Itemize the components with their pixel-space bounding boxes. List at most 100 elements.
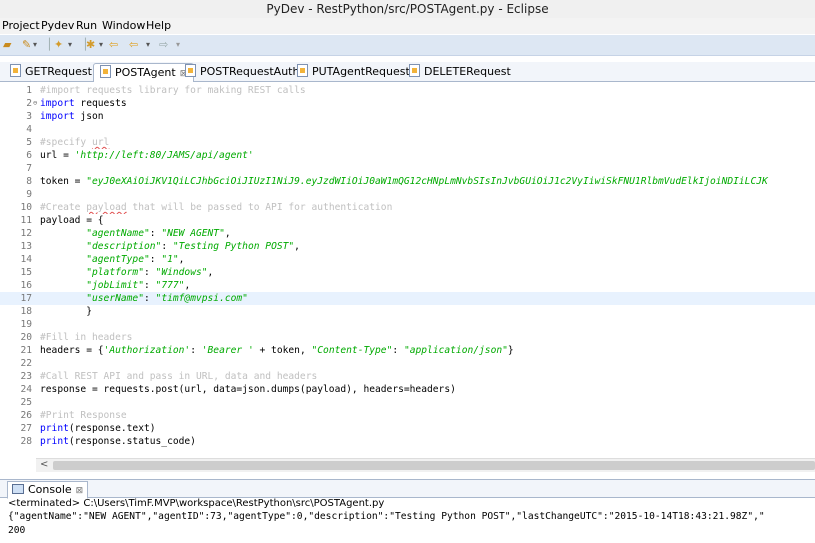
menu-pydev[interactable]: Pydev: [41, 19, 74, 32]
code-token: "agentType": [86, 254, 150, 265]
debug-config-icon[interactable]: ✱: [86, 38, 95, 52]
code-line[interactable]: 9: [0, 188, 815, 201]
line-number: 28: [20, 436, 32, 447]
tab-console[interactable]: Console ⊠: [7, 481, 89, 499]
dropdown-arrow-icon[interactable]: ▾: [146, 38, 150, 52]
code-line[interactable]: 8 token = "eyJ0eXAiOiJKV1QiLCJhbGciOiJIUz…: [0, 175, 815, 188]
console-tab-label: Console: [28, 483, 72, 496]
code-line[interactable]: 19: [0, 318, 815, 331]
line-number: 12: [20, 228, 32, 239]
code-line[interactable]: 18 }: [0, 305, 815, 318]
tab-postagent[interactable]: POSTAgent ⊠: [93, 63, 195, 83]
code-token: ,: [294, 241, 300, 252]
code-token: "Testing Python POST": [172, 241, 295, 252]
menu-window[interactable]: Window: [102, 19, 145, 32]
code-line[interactable]: 14 "agentType": "1",: [0, 253, 815, 266]
tab-postrequestauth[interactable]: POSTRequestAuth: [185, 63, 299, 81]
code-text: headers = {'Authorization': 'Bearer ' + …: [40, 344, 514, 357]
tab-getrequest[interactable]: GETRequest: [10, 63, 92, 81]
code-token: #specify: [40, 137, 92, 148]
code-line[interactable]: 6 url = 'http://left:80/JAMS/api/agent': [0, 149, 815, 162]
code-token: "Windows": [155, 267, 208, 278]
scrollbar-thumb[interactable]: [53, 461, 815, 470]
code-editor[interactable]: 1 #import requests library for making RES…: [0, 82, 815, 456]
navigate-forward-icon[interactable]: ⇨: [159, 38, 168, 52]
open-folder-icon[interactable]: ▰: [3, 38, 11, 52]
code-text: response = requests.post(url, data=json.…: [40, 383, 456, 396]
line-number: 14: [20, 254, 32, 265]
line-number: 4: [26, 124, 32, 135]
code-token: #Print Response: [40, 410, 127, 421]
code-token: "777": [155, 280, 185, 291]
code-line[interactable]: 25: [0, 396, 815, 409]
close-console-icon[interactable]: ⊠: [76, 486, 84, 496]
menu-help[interactable]: Help: [146, 19, 171, 32]
navigate-back-icon[interactable]: ⇦: [129, 38, 138, 52]
code-line[interactable]: 2 ⊖ import requests: [0, 97, 815, 110]
code-line[interactable]: 23 #Call REST API and pass in URL, data a…: [0, 370, 815, 383]
code-token: :: [190, 345, 202, 356]
tab-putagentrequest[interactable]: PUTAgentRequest: [297, 63, 410, 81]
console-status: <terminated> C:\Users\TimF.MVP\workspace…: [8, 498, 385, 509]
code-line[interactable]: 27 print(response.text): [0, 422, 815, 435]
code-line[interactable]: 3 import json: [0, 110, 815, 123]
code-line[interactable]: 26 #Print Response: [0, 409, 815, 422]
code-token: #Create: [40, 202, 87, 213]
menu-run[interactable]: Run: [76, 19, 97, 32]
code-text: #Print Response: [40, 409, 127, 422]
code-line[interactable]: 10 #Create payload that will be passed to…: [0, 201, 815, 214]
menu-project[interactable]: Project: [2, 19, 40, 32]
line-number: 15: [20, 267, 32, 278]
code-line[interactable]: 4: [0, 123, 815, 136]
window-title: PyDev - RestPython/src/POSTAgent.py - Ec…: [266, 2, 549, 16]
code-line[interactable]: 28 print(response.status_code): [0, 435, 815, 448]
code-token: that will be passed to API for authentic…: [126, 202, 393, 213]
scroll-left-arrow-icon[interactable]: <: [40, 459, 48, 470]
code-line[interactable]: 11 payload = {: [0, 214, 815, 227]
code-text: "description": "Testing Python POST",: [40, 240, 300, 253]
code-token: }: [40, 306, 92, 317]
code-line[interactable]: 21 headers = {'Authorization': 'Bearer ' …: [0, 344, 815, 357]
code-line[interactable]: 5 #specify url: [0, 136, 815, 149]
code-token: token =: [40, 176, 87, 187]
new-wizard-icon[interactable]: ✎: [22, 38, 31, 52]
code-line[interactable]: 7: [0, 162, 815, 175]
new-class-icon[interactable]: ✦: [54, 38, 63, 52]
code-token: :: [149, 254, 162, 265]
code-token: (response.status_code): [68, 436, 196, 447]
dropdown-arrow-icon[interactable]: ▾: [68, 38, 72, 52]
code-line[interactable]: 22: [0, 357, 815, 370]
code-token: "application/json": [403, 345, 508, 356]
line-number: 2: [26, 98, 32, 109]
code-line[interactable]: 20 #Fill in headers: [0, 331, 815, 344]
tab-deleterequest[interactable]: DELETERequest: [409, 63, 511, 81]
line-number: 18: [20, 306, 32, 317]
editor-horizontal-scrollbar[interactable]: <: [36, 458, 815, 472]
code-token: "eyJ0eXAiOiJKV1QiLCJhbGciOiJIUzI1NiJ9.ey…: [86, 176, 768, 187]
last-edit-icon[interactable]: ⇦: [109, 38, 118, 52]
code-text: #Create payload that will be passed to A…: [40, 201, 392, 214]
code-line[interactable]: 1 #import requests library for making RES…: [0, 84, 815, 97]
code-token: ,: [178, 254, 185, 265]
code-line[interactable]: 15 "platform": "Windows",: [0, 266, 815, 279]
code-text: #Call REST API and pass in URL, data and…: [40, 370, 317, 383]
code-token: url: [91, 137, 110, 148]
dropdown-arrow-icon[interactable]: ▾: [33, 38, 37, 52]
code-line[interactable]: 17 "userName": "timf@mvpsi.com": [0, 292, 815, 305]
code-line[interactable]: 24 response = requests.post(url, data=jso…: [0, 383, 815, 396]
dropdown-arrow-icon[interactable]: ▾: [176, 38, 180, 52]
code-token: 'http://left:80/JAMS/api/agent': [74, 150, 254, 161]
code-line[interactable]: 16 "jobLimit": "777",: [0, 279, 815, 292]
code-line[interactable]: 13 "description": "Testing Python POST",: [0, 240, 815, 253]
line-number: 5: [26, 137, 32, 148]
code-token: :: [143, 293, 156, 304]
dropdown-arrow-icon[interactable]: ▾: [99, 38, 103, 52]
python-file-icon: [185, 64, 196, 77]
code-line[interactable]: 12 "agentName": "NEW AGENT",: [0, 227, 815, 240]
line-number: 20: [20, 332, 32, 343]
code-token: :: [392, 345, 404, 356]
fold-toggle-icon[interactable]: ⊖: [33, 97, 37, 110]
